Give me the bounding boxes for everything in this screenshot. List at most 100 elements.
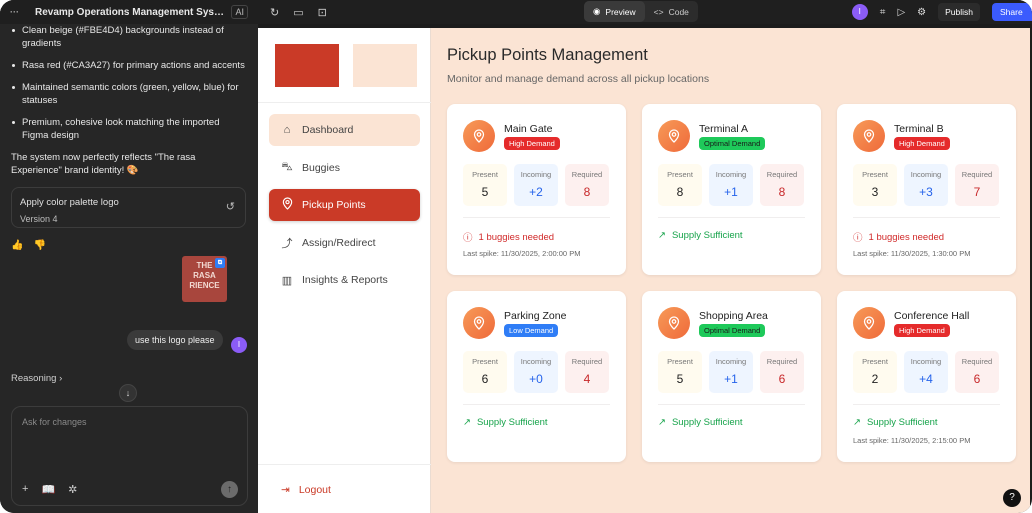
ai-badge[interactable]: AI	[231, 5, 248, 19]
present-value: 2	[871, 372, 879, 386]
divider	[658, 404, 805, 405]
code-tab[interactable]: <> Code	[645, 1, 698, 22]
demand-badge: High Demand	[894, 324, 950, 337]
composer-tools: + 📖 ✲	[22, 483, 77, 496]
present-label: Present	[862, 357, 888, 366]
scroll-down-button[interactable]: ↓	[119, 384, 137, 402]
present-label: Present	[862, 170, 888, 179]
incoming-value: +2	[529, 185, 543, 199]
version-card[interactable]: Apply color palette logo Version 4 ↺	[11, 187, 246, 228]
stat-row: Present 5 Incoming +2 Required 8	[463, 164, 609, 206]
refresh-icon[interactable]: ↻	[270, 6, 279, 19]
incoming-value: +0	[529, 372, 543, 386]
incoming-value: +3	[919, 185, 933, 199]
publish-button[interactable]: Publish	[938, 3, 980, 21]
divider	[463, 217, 610, 218]
incoming-stat: Incoming +0	[514, 351, 558, 393]
logout-button[interactable]: ⇥ Logout	[281, 484, 331, 496]
chat-panel: ··· Revamp Operations Management Syst...…	[0, 0, 258, 513]
incoming-label: Incoming	[520, 357, 552, 366]
present-stat: Present 5	[463, 164, 507, 206]
brand-swatch-beige	[353, 44, 417, 87]
trending-up-icon: ↗	[853, 417, 861, 428]
sidebar-item-pickup-points[interactable]: Pickup Points	[269, 189, 420, 221]
composer: + 📖 ✲ ↑	[11, 406, 248, 506]
app-preview: ⌂ Dashboard ⛍ Buggies Pickup Points ⤴ As…	[258, 28, 1030, 513]
incoming-stat: Incoming +3	[904, 164, 948, 206]
status-text: Supply Sufficient	[866, 417, 938, 428]
present-stat: Present 3	[853, 164, 897, 206]
status-text: 1 buggies needed	[868, 231, 945, 243]
required-label: Required	[766, 170, 798, 179]
required-value: 6	[778, 372, 786, 386]
undo-icon[interactable]: ↺	[226, 201, 235, 214]
preview-tab[interactable]: ◉ Preview	[584, 1, 645, 22]
present-value: 5	[481, 185, 489, 199]
map-pin-icon	[281, 197, 293, 213]
status-text: 1 buggies needed	[478, 231, 555, 243]
layout-icon[interactable]: ▭	[293, 6, 303, 19]
incoming-label: Incoming	[715, 170, 747, 179]
demand-badge: Optimal Demand	[699, 137, 766, 150]
send-button[interactable]: ↑	[221, 481, 238, 498]
uploaded-logo-image[interactable]: ⧉ THE RASA RIENCE	[182, 256, 227, 302]
project-title[interactable]: Revamp Operations Management Syst...	[35, 7, 225, 18]
divider	[258, 464, 431, 465]
divider	[463, 404, 610, 405]
window-icon[interactable]: ⊡	[318, 6, 327, 19]
present-value: 3	[871, 185, 879, 199]
status-text: Supply Sufficient	[671, 417, 743, 428]
divider	[853, 217, 1000, 218]
gear-icon[interactable]: ⚙	[917, 7, 926, 18]
help-button[interactable]: ?	[1003, 489, 1021, 507]
thumbs-down-icon[interactable]: 👎	[33, 239, 45, 252]
chat-input[interactable]	[22, 417, 232, 427]
sidebar-item-insights-reports[interactable]: ▥ Insights & Reports	[269, 264, 420, 296]
pickup-point-card[interactable]: Terminal B High Demand Present 3 Incoming…	[837, 104, 1016, 275]
pickup-point-card[interactable]: Parking Zone Low Demand Present 6 Incomin…	[447, 291, 626, 462]
menu-icon[interactable]: ···	[10, 7, 19, 17]
status-line: ↗ Supply Sufficient	[463, 417, 548, 428]
stat-row: Present 5 Incoming +1 Required 6	[658, 351, 804, 393]
sparkle-icon[interactable]: ✲	[68, 483, 77, 496]
pickup-point-name: Parking Zone	[504, 310, 567, 322]
scan-icon[interactable]: ⌗	[880, 7, 886, 18]
status-line: ↗ Supply Sufficient	[658, 230, 743, 241]
brand-swatches	[275, 44, 417, 87]
thumbs-up-icon[interactable]: 👍	[11, 239, 23, 252]
avatar[interactable]: I	[851, 4, 868, 20]
plus-icon[interactable]: +	[22, 483, 28, 496]
map-pin-icon	[463, 120, 495, 152]
book-icon[interactable]: 📖	[41, 483, 55, 496]
required-label: Required	[961, 357, 993, 366]
chevron-right-icon: ›	[59, 373, 63, 384]
sidebar-item-dashboard[interactable]: ⌂ Dashboard	[269, 114, 420, 146]
required-label: Required	[571, 357, 603, 366]
pickup-point-card[interactable]: Shopping Area Optimal Demand Present 5 In…	[642, 291, 821, 462]
reasoning-toggle[interactable]: Reasoning ›	[11, 373, 62, 384]
pickup-point-card[interactable]: Terminal A Optimal Demand Present 8 Incom…	[642, 104, 821, 275]
incoming-value: +4	[919, 372, 933, 386]
demand-badge: High Demand	[894, 137, 950, 150]
present-label: Present	[667, 357, 693, 366]
chat-header: ··· Revamp Operations Management Syst...…	[0, 0, 258, 24]
play-icon[interactable]: ▷	[897, 7, 905, 18]
stat-row: Present 2 Incoming +4 Required 6	[853, 351, 999, 393]
present-stat: Present 5	[658, 351, 702, 393]
incoming-label: Incoming	[910, 170, 942, 179]
incoming-stat: Incoming +2	[514, 164, 558, 206]
sidebar-item-buggies[interactable]: ⛍ Buggies	[269, 152, 420, 184]
present-stat: Present 6	[463, 351, 507, 393]
share-button[interactable]: Share	[992, 3, 1032, 21]
sidebar-item-assign-redirect[interactable]: ⤴ Assign/Redirect	[269, 227, 420, 259]
pickup-point-card[interactable]: Main Gate High Demand Present 5 Incoming +…	[447, 104, 626, 275]
home-icon: ⌂	[283, 124, 291, 136]
stat-row: Present 8 Incoming +1 Required 8	[658, 164, 804, 206]
logout-label: Logout	[298, 484, 331, 496]
divider	[658, 217, 805, 218]
incoming-label: Incoming	[910, 357, 942, 366]
view-switch: ◉ Preview <> Code	[584, 1, 698, 22]
sidebar-item-label: Pickup Points	[302, 199, 366, 211]
pickup-point-card[interactable]: Conference Hall High Demand Present 2 Inc…	[837, 291, 1016, 462]
eye-icon: ◉	[593, 6, 601, 16]
